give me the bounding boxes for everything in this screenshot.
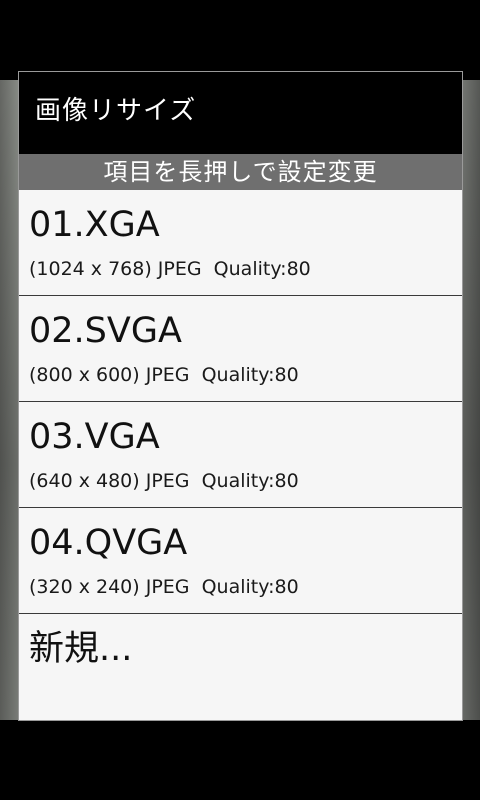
list-item-title: 02.SVGA [29, 311, 182, 351]
list-item-title: 04.QVGA [29, 523, 188, 563]
list-item-qvga[interactable]: 04.QVGA (320 x 240) JPEG Quality:80 [19, 508, 462, 614]
list-item-title: 03.VGA [29, 417, 160, 457]
new-preset-label: 新規... [29, 629, 133, 669]
list-item-vga[interactable]: 03.VGA (640 x 480) JPEG Quality:80 [19, 402, 462, 508]
list-item-detail: (320 x 240) JPEG Quality:80 [29, 576, 299, 598]
list-item-detail: (640 x 480) JPEG Quality:80 [29, 470, 299, 492]
screen: 画像リサイズ 項目を長押しで設定変更 01.XGA (1024 x 768) J… [0, 0, 480, 800]
resize-dialog: 画像リサイズ 項目を長押しで設定変更 01.XGA (1024 x 768) J… [18, 71, 463, 721]
new-preset-item[interactable]: 新規... [19, 614, 462, 720]
section-header: 項目を長押しで設定変更 [19, 154, 462, 190]
list-item-title: 01.XGA [29, 205, 160, 245]
preset-list: 01.XGA (1024 x 768) JPEG Quality:80 02.S… [19, 190, 462, 720]
list-item-detail: (1024 x 768) JPEG Quality:80 [29, 258, 311, 280]
dialog-title: 画像リサイズ [19, 72, 462, 154]
list-item-xga[interactable]: 01.XGA (1024 x 768) JPEG Quality:80 [19, 190, 462, 296]
list-item-detail: (800 x 600) JPEG Quality:80 [29, 364, 299, 386]
list-item-svga[interactable]: 02.SVGA (800 x 600) JPEG Quality:80 [19, 296, 462, 402]
